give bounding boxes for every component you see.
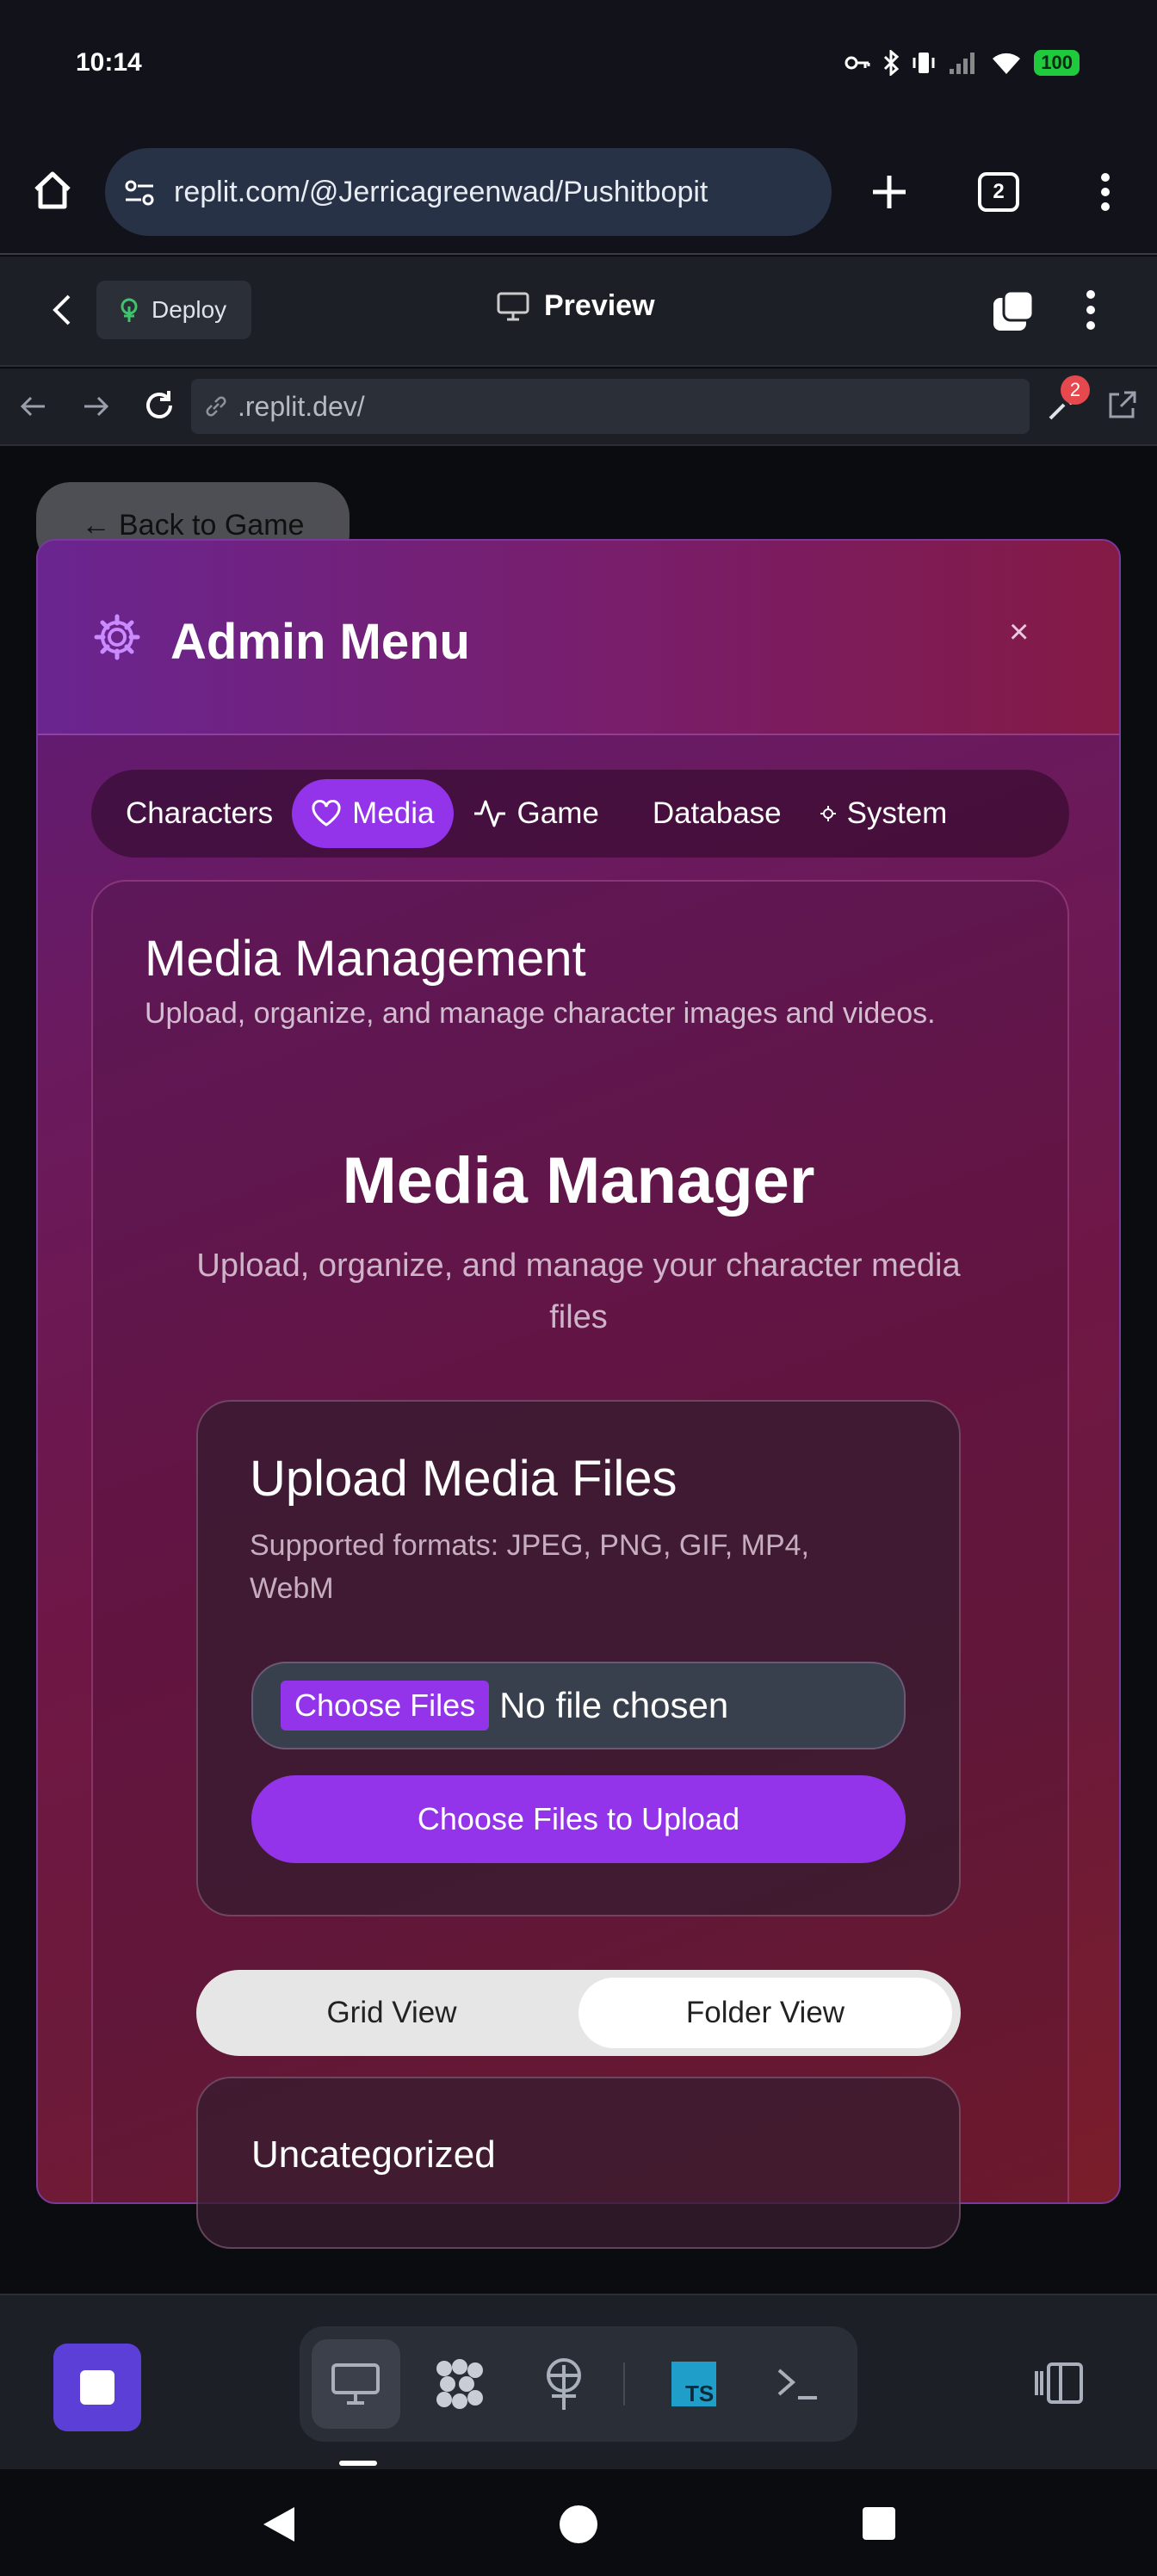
admin-tabs: Characters Media Game Database System xyxy=(91,770,1069,858)
nav-forward-icon[interactable] xyxy=(81,391,112,422)
file-input[interactable]: Choose Files No file chosen xyxy=(251,1662,906,1749)
tab-label: Game xyxy=(517,796,599,830)
svg-text:TS: TS xyxy=(685,2381,714,2406)
close-icon[interactable]: × xyxy=(1009,613,1029,652)
deploy-button[interactable]: Deploy xyxy=(96,281,251,339)
admin-modal: Admin Menu × Characters Media Game Datab… xyxy=(36,539,1121,2204)
site-settings-icon[interactable] xyxy=(121,174,158,212)
new-tab-icon[interactable] xyxy=(868,170,911,214)
typescript-icon: TS xyxy=(671,2362,716,2406)
terminal-icon xyxy=(777,2369,817,2400)
devtools-badge: 2 xyxy=(1061,375,1090,405)
tab-switcher-button[interactable]: 2 xyxy=(978,172,1019,212)
nav-home-circle-icon[interactable] xyxy=(558,2504,599,2545)
choose-files-button[interactable]: Choose Files xyxy=(281,1681,490,1731)
tab-label: Characters xyxy=(126,796,274,830)
tool-divider xyxy=(623,2362,626,2406)
view-toggle: Grid View Folder View xyxy=(196,1970,961,2056)
deploy-icon xyxy=(121,298,138,322)
tool-group: TS xyxy=(300,2326,857,2442)
agent-tool-button[interactable] xyxy=(416,2339,504,2429)
webview-page: ← Back to Game Admin Menu × Characters M… xyxy=(0,448,1157,2294)
signal-icon xyxy=(950,53,975,74)
battery-indicator: 100 xyxy=(1034,50,1080,76)
address-bar[interactable]: replit.com/@Jerricagreenwad/Pushitbopit xyxy=(105,148,832,236)
preview-tool-button[interactable] xyxy=(312,2339,400,2429)
deploy-icon xyxy=(546,2358,581,2410)
nav-recents-square-icon[interactable] xyxy=(861,2505,897,2542)
panel-title: Media Management xyxy=(145,931,586,987)
back-chevron-icon[interactable] xyxy=(48,293,76,327)
panel-subtitle: Upload, organize, and manage character i… xyxy=(145,997,936,1030)
tab-label: System xyxy=(846,796,948,830)
nav-back-icon[interactable] xyxy=(17,391,48,422)
link-icon xyxy=(206,396,226,417)
upload-title: Upload Media Files xyxy=(250,1451,677,1507)
agent-icon xyxy=(436,2359,484,2409)
preview-label: Preview xyxy=(544,289,655,322)
address-text: replit.com/@Jerricagreenwad/Pushitbopit xyxy=(174,175,708,208)
more-vert-icon[interactable] xyxy=(1092,170,1119,214)
monitor-icon xyxy=(331,2363,381,2405)
activity-icon xyxy=(473,800,505,827)
status-icons: 100 xyxy=(845,50,1080,76)
modal-header: Admin Menu × xyxy=(38,541,1119,735)
gear-small-icon xyxy=(820,806,836,821)
key-icon xyxy=(845,56,870,70)
tab-label: Database xyxy=(652,796,782,830)
nav-back-triangle-icon[interactable] xyxy=(260,2504,298,2545)
deploy-label: Deploy xyxy=(152,296,227,323)
upload-subtitle: Supported formats: JPEG, PNG, GIF, MP4, … xyxy=(250,1529,810,1605)
folder-title: Uncategorized xyxy=(251,2133,496,2176)
tab-system[interactable]: System xyxy=(801,779,967,848)
tab-media[interactable]: Media xyxy=(292,779,454,848)
active-tool-indicator xyxy=(339,2461,377,2466)
webview-url-text: .replit.dev/ xyxy=(238,390,365,422)
upload-button[interactable]: Choose Files to Upload xyxy=(251,1775,906,1863)
vibrate-icon xyxy=(913,53,935,73)
tab-game[interactable]: Game xyxy=(454,779,618,848)
grid-view-button[interactable]: Grid View xyxy=(205,1978,578,2048)
shell-tool-button[interactable] xyxy=(753,2339,842,2429)
settings-gear-icon xyxy=(94,614,140,660)
home-icon[interactable] xyxy=(31,169,74,212)
pane-menu-icon[interactable] xyxy=(1078,289,1104,331)
stop-button[interactable] xyxy=(53,2344,141,2431)
open-external-icon[interactable] xyxy=(1105,389,1138,422)
monitor-icon xyxy=(497,292,529,320)
tab-label: Media xyxy=(352,796,435,830)
webview-url-field[interactable]: .replit.dev/ xyxy=(191,379,1030,434)
stop-icon xyxy=(80,2370,114,2405)
panes-layout-icon[interactable] xyxy=(1031,2359,1086,2407)
media-manager-title: Media Manager xyxy=(342,1144,815,1217)
wifi-icon xyxy=(993,53,1021,74)
bluetooth-icon xyxy=(884,50,900,76)
tab-database[interactable]: Database xyxy=(618,779,801,848)
copy-window-icon[interactable] xyxy=(990,288,1036,334)
folder-view-button[interactable]: Folder View xyxy=(578,1978,952,2048)
tab-characters[interactable]: Characters xyxy=(107,779,292,848)
modal-title: Admin Menu xyxy=(170,614,470,670)
typescript-file-button[interactable]: TS xyxy=(649,2339,738,2429)
no-file-label: No file chosen xyxy=(499,1685,729,1725)
preview-title: Preview xyxy=(496,289,655,323)
status-time: 10:14 xyxy=(76,48,142,77)
deploy-tool-button[interactable] xyxy=(520,2339,609,2429)
heart-icon xyxy=(312,800,341,827)
media-manager-subtitle: Upload, organize, and manage your charac… xyxy=(196,1248,961,1335)
reload-icon[interactable] xyxy=(141,387,177,424)
